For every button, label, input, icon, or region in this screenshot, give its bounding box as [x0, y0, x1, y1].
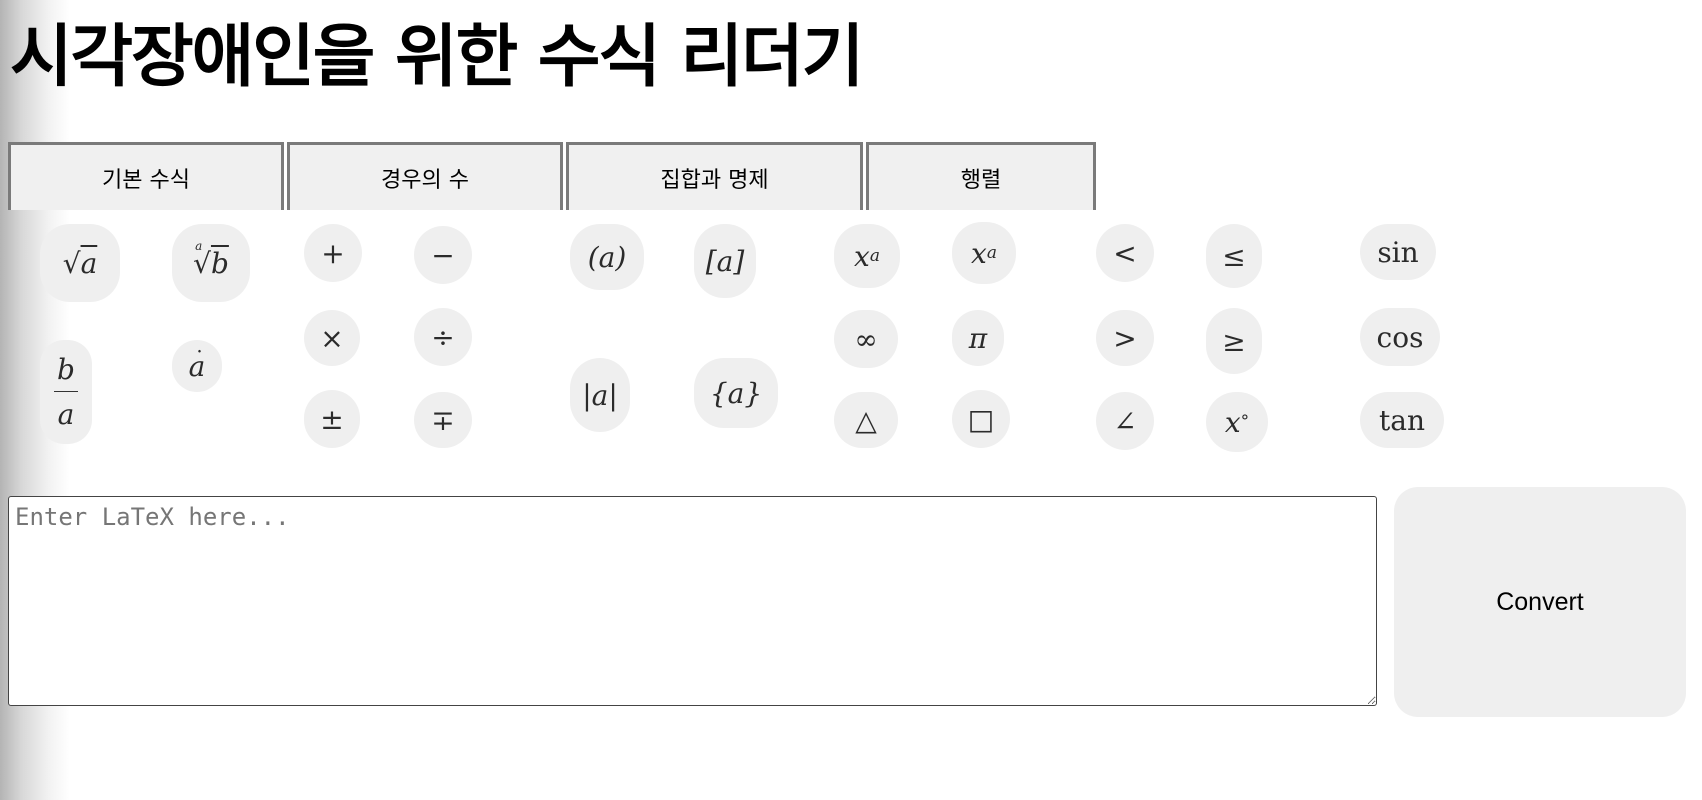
- latex-editor-container: [8, 496, 1377, 706]
- convert-button[interactable]: Convert: [1394, 487, 1686, 717]
- latex-input[interactable]: [8, 496, 1377, 706]
- absolute-value-button[interactable]: |a|: [570, 358, 630, 432]
- braces-button[interactable]: {a}: [694, 358, 778, 428]
- fraction-button[interactable]: b a: [40, 340, 92, 444]
- tab-matrix[interactable]: 행렬: [866, 142, 1096, 210]
- symbol-palette: √ a a √ b b a a ˙ + − × ÷ ± ∓ (a) [a] |a| {…: [0, 212, 1702, 482]
- dot-accent-icon: ˙: [194, 348, 205, 373]
- brackets-label: [a]: [705, 244, 745, 278]
- times-button[interactable]: ×: [304, 310, 360, 366]
- tab-basic-formulas[interactable]: 기본 수식: [8, 142, 284, 210]
- tan-button[interactable]: tan: [1360, 392, 1444, 448]
- tab-counting[interactable]: 경우의 수: [287, 142, 563, 210]
- plus-minus-button[interactable]: ±: [304, 390, 360, 448]
- angle-button[interactable]: ∠: [1096, 392, 1154, 450]
- degree-button[interactable]: x °: [1206, 392, 1268, 452]
- page-title: 시각장애인을 위한 수식 리더기: [10, 18, 864, 97]
- nth-root-button[interactable]: a √ b: [172, 224, 250, 302]
- absolute-value-label: |a|: [582, 378, 618, 412]
- greater-than-button[interactable]: >: [1096, 310, 1154, 366]
- subscript-button[interactable]: xa: [952, 222, 1016, 284]
- cos-button[interactable]: cos: [1360, 308, 1440, 366]
- pi-button[interactable]: π: [952, 310, 1004, 366]
- parentheses-label: (a): [587, 240, 627, 274]
- fraction-numerator: b: [57, 352, 75, 386]
- triangle-button[interactable]: △: [834, 392, 898, 448]
- pi-label: π: [968, 321, 988, 355]
- nth-root-base: b: [210, 246, 229, 280]
- greater-equal-button[interactable]: ≥: [1206, 308, 1262, 374]
- divide-button[interactable]: ÷: [414, 308, 472, 366]
- brackets-button[interactable]: [a]: [694, 224, 756, 298]
- sqrt-base: a: [80, 246, 98, 280]
- degree-base: x: [1224, 405, 1241, 439]
- plus-button[interactable]: +: [304, 224, 362, 282]
- fraction-denominator: a: [57, 397, 75, 431]
- fraction-bar: [54, 390, 78, 392]
- dot-accent-button[interactable]: a ˙: [172, 340, 222, 392]
- nth-root-index: a: [195, 238, 203, 253]
- superscript-button[interactable]: xa: [834, 224, 900, 288]
- tab-sets-and-propositions[interactable]: 집합과 명제: [566, 142, 863, 210]
- sqrt-button[interactable]: √ a: [40, 224, 120, 302]
- subscript-base: x: [971, 236, 987, 270]
- braces-label: {a}: [709, 376, 763, 410]
- infinity-button[interactable]: ∞: [834, 310, 898, 368]
- minus-button[interactable]: −: [414, 226, 472, 284]
- superscript-base: x: [854, 239, 870, 273]
- parentheses-button[interactable]: (a): [570, 224, 644, 290]
- minus-plus-button[interactable]: ∓: [414, 392, 472, 448]
- sqrt-radical-icon: √: [62, 246, 81, 280]
- less-than-button[interactable]: <: [1096, 224, 1154, 282]
- less-equal-button[interactable]: ≤: [1206, 224, 1262, 288]
- sin-button[interactable]: sin: [1360, 224, 1436, 280]
- square-button[interactable]: □: [952, 390, 1010, 448]
